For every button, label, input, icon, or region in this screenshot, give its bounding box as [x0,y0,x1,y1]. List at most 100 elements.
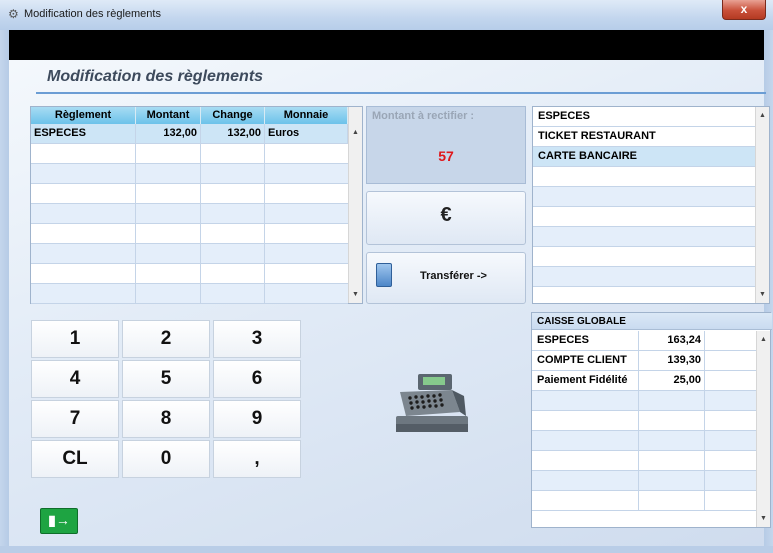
cell [201,284,265,303]
cell-value: 163,24 [639,331,705,350]
cell [532,391,639,410]
cell-label: COMPTE CLIENT [532,351,639,370]
montant-label: Montant à rectifier : [372,110,475,122]
key-5[interactable]: 5 [122,360,210,398]
column-header-montant[interactable]: Montant [136,107,201,124]
cell [31,164,136,183]
scroll-up-icon[interactable]: ▲ [349,127,362,139]
cell [639,391,705,410]
payment-type-label: TICKET RESTAURANT [538,130,656,142]
key-8[interactable]: 8 [122,400,210,438]
table-row[interactable] [31,224,348,244]
cell-value: 25,00 [639,371,705,390]
exit-button[interactable]: ▮→ [40,508,78,534]
table-row[interactable] [31,144,348,164]
cell [532,431,639,450]
key-2[interactable]: 2 [122,320,210,358]
montant-value: 57 [438,148,454,164]
key-6[interactable]: 6 [213,360,301,398]
cell [136,204,201,223]
table-row[interactable] [31,284,348,304]
table-row[interactable] [31,244,348,264]
scroll-up-icon[interactable]: ▲ [757,334,770,346]
cell-label: ESPECES [532,331,639,350]
reglements-table: Règlement Montant Change Monnaie ESPECES… [30,106,363,304]
caisse-globale-table: CAISSE GLOBALE ESPECES 163,24 COMPTE CLI… [531,312,772,528]
calculator-icon [376,263,392,287]
table-row[interactable] [31,164,348,184]
table-row[interactable] [532,471,756,491]
table-row[interactable] [31,204,348,224]
cell-label: Paiement Fidélité [532,371,639,390]
key-comma[interactable]: , [213,440,301,478]
column-header-monnaie[interactable]: Monnaie [265,107,348,124]
table-row[interactable]: COMPTE CLIENT 139,30 [532,351,756,371]
table-row[interactable]: ESPECES 132,00 132,00 Euros [31,124,348,144]
payment-types-list: ESPECES TICKET RESTAURANT CARTE BANCAIRE… [532,106,770,304]
key-7[interactable]: 7 [31,400,119,438]
cell [639,491,705,510]
cell [31,184,136,203]
list-item[interactable] [533,247,755,267]
currency-label: € [440,204,452,226]
cell [201,224,265,243]
cell [532,451,639,470]
table-row[interactable] [532,391,756,411]
table-scrollbar[interactable]: ▲ ▼ [348,107,362,303]
list-item[interactable] [533,227,755,247]
list-item[interactable] [533,267,755,287]
table-row[interactable] [532,451,756,471]
cell [136,284,201,303]
table-row[interactable]: Paiement Fidélité 25,00 [532,371,756,391]
table-row[interactable] [532,491,756,511]
cell [136,164,201,183]
cell [201,184,265,203]
cell-change: 132,00 [201,124,265,143]
window-title: Modification des règlements [24,8,161,20]
cell [532,411,639,430]
table-row[interactable]: ESPECES 163,24 [532,331,756,351]
exit-icon: ▮→ [48,512,70,528]
key-clear[interactable]: CL [31,440,119,478]
table-row[interactable] [31,264,348,284]
cell [201,164,265,183]
list-item[interactable] [533,207,755,227]
table-row[interactable] [31,184,348,204]
list-item[interactable]: TICKET RESTAURANT [533,127,755,147]
payment-type-label: CARTE BANCAIRE [538,150,637,162]
key-0[interactable]: 0 [122,440,210,478]
list-item[interactable]: CARTE BANCAIRE [533,147,755,167]
cell [639,431,705,450]
close-button[interactable]: x [722,0,766,20]
key-9[interactable]: 9 [213,400,301,438]
cell [201,244,265,263]
key-4[interactable]: 4 [31,360,119,398]
scroll-down-icon[interactable]: ▼ [757,513,770,525]
cell [31,244,136,263]
list-item[interactable] [533,187,755,207]
key-1[interactable]: 1 [31,320,119,358]
cell [532,471,639,490]
list-item[interactable]: ESPECES [533,107,755,127]
cell [136,264,201,283]
caisse-scrollbar[interactable]: ▲ ▼ [756,331,770,527]
black-banner [9,30,764,60]
column-header-change[interactable]: Change [201,107,265,124]
cell [201,204,265,223]
cell [136,244,201,263]
scroll-down-icon[interactable]: ▼ [349,289,362,301]
key-3[interactable]: 3 [213,320,301,358]
caisse-title: CAISSE GLOBALE [532,313,772,330]
page-title: Modification des règlements [47,68,264,85]
scroll-down-icon[interactable]: ▼ [756,289,769,301]
cell [31,284,136,303]
list-item[interactable] [533,167,755,187]
list-scrollbar[interactable]: ▲ ▼ [755,107,769,303]
cell-value: 139,30 [639,351,705,370]
scroll-up-icon[interactable]: ▲ [756,110,769,122]
window-frame-bottom [0,546,773,553]
column-header-reglement[interactable]: Règlement [31,107,136,124]
cell [201,264,265,283]
table-row[interactable] [532,411,756,431]
table-row[interactable] [532,431,756,451]
